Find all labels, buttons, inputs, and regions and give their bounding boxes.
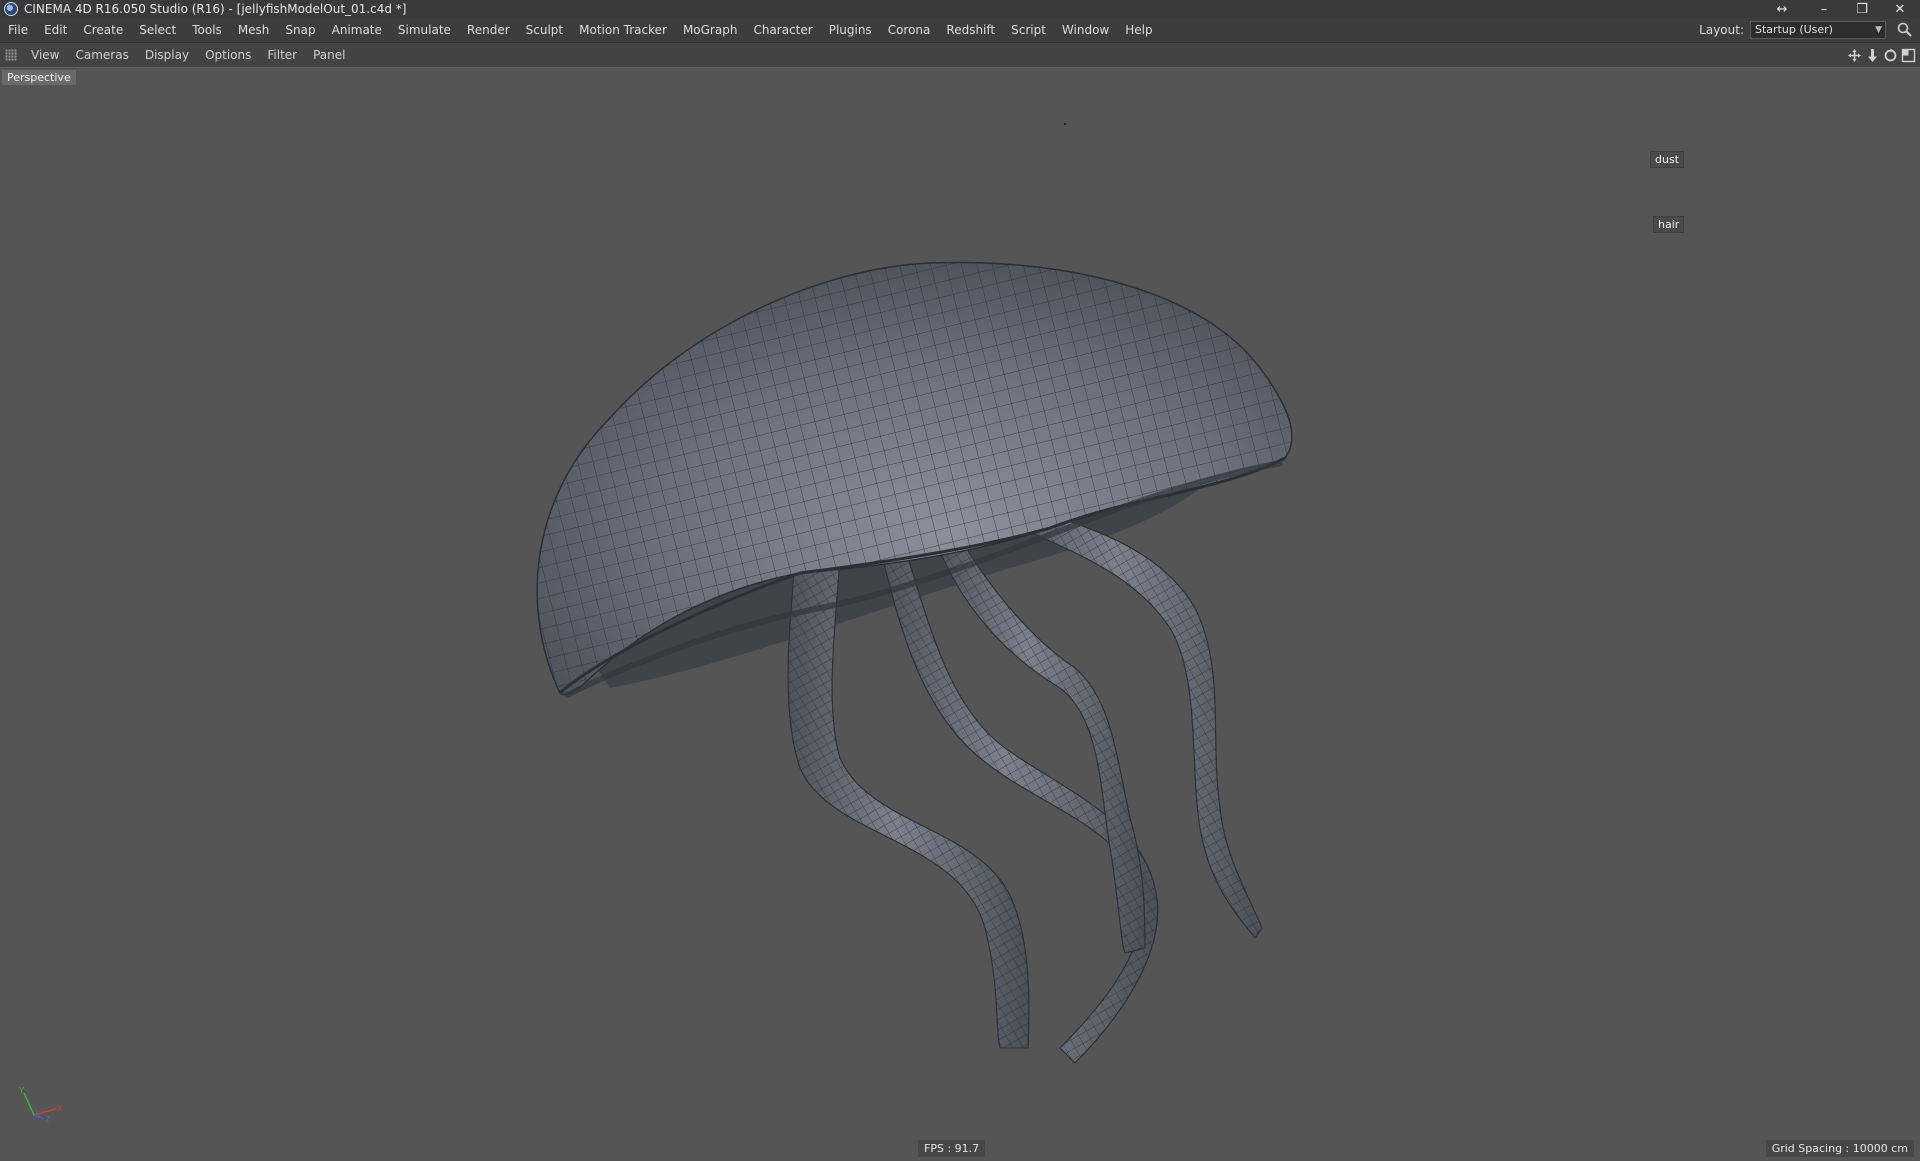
viewport-menu-view[interactable]: View	[23, 43, 67, 67]
layout-dropdown[interactable]: Startup (User) ▼	[1750, 21, 1886, 39]
menu-mograph[interactable]: MoGraph	[675, 18, 746, 42]
menu-edit[interactable]: Edit	[36, 18, 75, 42]
menu-select[interactable]: Select	[131, 18, 184, 42]
restore-button[interactable]: ❐	[1844, 0, 1880, 18]
perspective-viewport[interactable]: Perspective dust hair Y X Z FPS: 91.7 G…	[0, 67, 1920, 1161]
menu-redshift[interactable]: Redshift	[938, 18, 1003, 42]
menu-create[interactable]: Create	[75, 18, 131, 42]
maximize-icon[interactable]	[1901, 48, 1916, 63]
window-title: CINEMA 4D R16.050 Studio (R16) - [jellyf…	[24, 2, 407, 16]
pan-icon[interactable]	[1865, 48, 1880, 63]
fps-readout: FPS : 91.7	[918, 1140, 986, 1157]
app-icon	[4, 2, 18, 16]
menu-character[interactable]: Character	[745, 18, 820, 42]
menu-tools[interactable]: Tools	[184, 18, 230, 42]
viewport-menu-display[interactable]: Display	[137, 43, 197, 67]
viewport-menu-options[interactable]: Options	[197, 43, 259, 67]
menu-corona[interactable]: Corona	[880, 18, 939, 42]
svg-text:Z: Z	[45, 1115, 51, 1124]
viewport-menu-cameras[interactable]: Cameras	[67, 43, 136, 67]
svg-text:Y: Y	[18, 1086, 24, 1095]
search-icon[interactable]	[1896, 21, 1914, 39]
layout-label: Layout:	[1699, 23, 1744, 37]
grid-spacing-readout: Grid Spacing : 10000 cm	[1765, 1140, 1914, 1157]
jellyfish-mesh[interactable]	[0, 68, 1920, 1161]
menu-animate[interactable]: Animate	[324, 18, 390, 42]
main-menu-bar: File Edit Create Select Tools Mesh Snap …	[0, 18, 1920, 43]
chevron-down-icon: ▼	[1875, 25, 1882, 35]
grip-icon[interactable]	[5, 49, 17, 61]
move-icon[interactable]	[1847, 48, 1862, 63]
menu-snap[interactable]: Snap	[277, 18, 323, 42]
close-button[interactable]: ✕	[1882, 0, 1918, 18]
menu-window[interactable]: Window	[1054, 18, 1117, 42]
viewport-nav-icons	[1847, 43, 1916, 67]
menu-sculpt[interactable]: Sculpt	[518, 18, 571, 42]
menu-file[interactable]: File	[0, 18, 36, 42]
viewport-menu-bar: View Cameras Display Options Filter Pane…	[0, 43, 1920, 68]
resize-icon[interactable]: ↔	[1764, 0, 1800, 18]
menu-plugins[interactable]: Plugins	[821, 18, 880, 42]
menu-motion-tracker[interactable]: Motion Tracker	[571, 18, 675, 42]
menu-script[interactable]: Script	[1003, 18, 1054, 42]
svg-text:X: X	[57, 1104, 63, 1113]
menu-simulate[interactable]: Simulate	[390, 18, 459, 42]
menu-render[interactable]: Render	[459, 18, 518, 42]
viewport-menu-panel[interactable]: Panel	[305, 43, 353, 67]
axis-gizmo-icon: Y X Z	[18, 1086, 63, 1124]
layout-value: Startup (User)	[1755, 23, 1833, 36]
viewport-menu-filter[interactable]: Filter	[259, 43, 305, 67]
layout-selector: Layout: Startup (User) ▼	[1699, 18, 1886, 42]
menu-help[interactable]: Help	[1117, 18, 1160, 42]
minimize-button[interactable]: –	[1806, 0, 1842, 18]
rotate-icon[interactable]	[1883, 48, 1898, 63]
menu-mesh[interactable]: Mesh	[230, 18, 278, 42]
title-bar: CINEMA 4D R16.050 Studio (R16) - [jellyf…	[0, 0, 1920, 18]
